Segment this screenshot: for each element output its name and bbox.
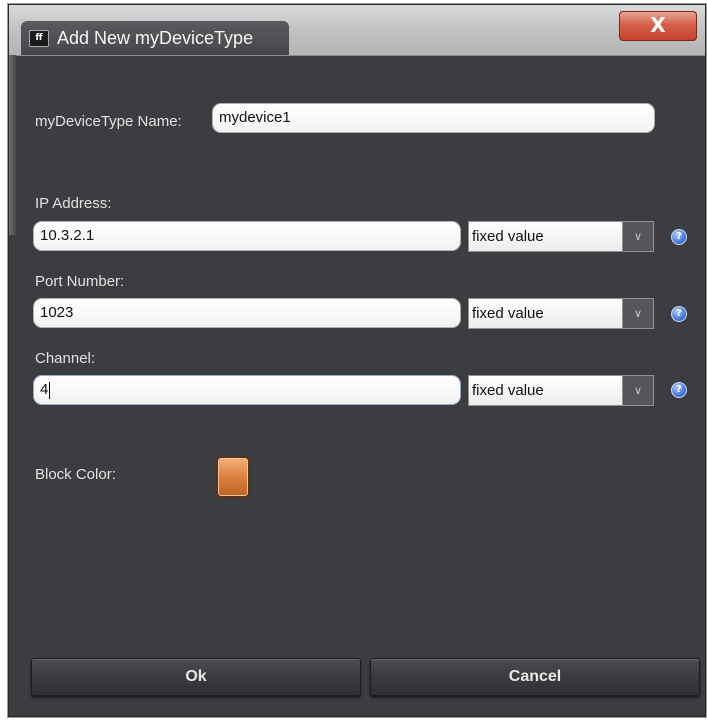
name-label: myDeviceType Name:: [35, 113, 182, 130]
channel-mode-value: fixed value: [469, 376, 624, 405]
channel-input[interactable]: 4: [33, 375, 461, 405]
port-number-input[interactable]: 1023: [33, 298, 461, 328]
ok-button[interactable]: Ok: [31, 658, 361, 696]
channel-label: Channel:: [35, 350, 96, 367]
cancel-button[interactable]: Cancel: [370, 658, 700, 696]
channel-value: 4: [40, 381, 49, 398]
ip-address-label: IP Address:: [35, 195, 112, 212]
ip-address-mode-value: fixed value: [469, 222, 624, 251]
block-color-swatch[interactable]: [216, 456, 250, 498]
help-icon[interactable]: ?: [671, 229, 687, 245]
ip-address-mode-select[interactable]: fixed value ∨: [468, 221, 654, 252]
name-input[interactable]: mydevice1: [212, 103, 655, 133]
close-button[interactable]: X: [619, 11, 697, 41]
title-bar[interactable]: ff Add New myDeviceType X: [9, 5, 705, 56]
help-icon[interactable]: ?: [671, 306, 687, 322]
port-number-mode-value: fixed value: [469, 299, 624, 328]
chevron-down-icon[interactable]: ∨: [622, 222, 653, 251]
dialog-title: Add New myDeviceType: [57, 28, 254, 48]
text-caret: [49, 381, 51, 399]
dialog-window: ff Add New myDeviceType X myDeviceType N…: [8, 4, 706, 717]
title-tab: ff Add New myDeviceType: [21, 21, 289, 55]
chevron-down-icon[interactable]: ∨: [622, 299, 653, 328]
channel-mode-select[interactable]: fixed value ∨: [468, 375, 654, 406]
chevron-down-icon[interactable]: ∨: [622, 376, 653, 405]
app-icon: ff: [29, 30, 49, 47]
block-color-label: Block Color:: [35, 466, 116, 483]
port-number-mode-select[interactable]: fixed value ∨: [468, 298, 654, 329]
help-icon[interactable]: ?: [671, 382, 687, 398]
port-number-label: Port Number:: [35, 273, 125, 290]
window-edge-highlight: [9, 55, 16, 235]
ip-address-input[interactable]: 10.3.2.1: [33, 221, 461, 251]
